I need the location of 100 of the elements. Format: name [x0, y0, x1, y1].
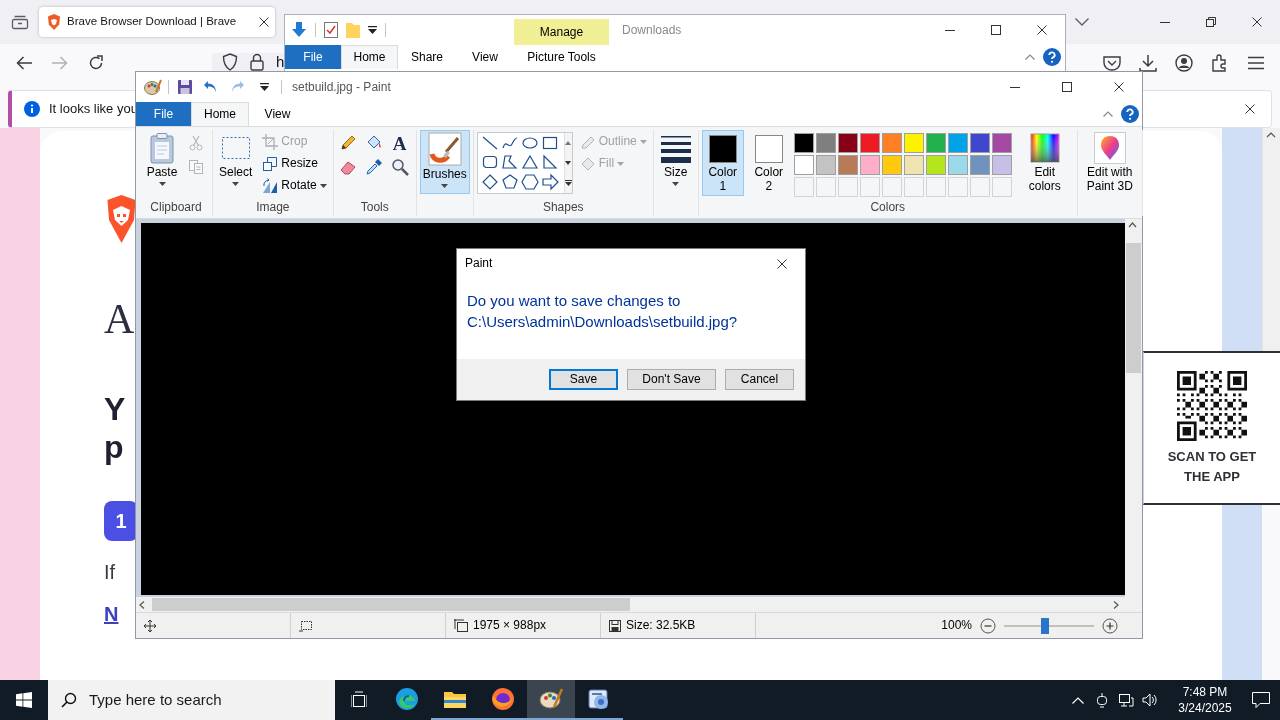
ribbon-tab[interactable]: File [285, 45, 341, 69]
maximize-icon [991, 25, 1001, 35]
paint-3d-button[interactable]: Edit with Paint 3D [1080, 130, 1139, 196]
custom-color-slot[interactable] [903, 177, 924, 197]
palette-swatch[interactable] [793, 155, 814, 175]
custom-color-slot[interactable] [925, 177, 946, 197]
group-label: Colors [869, 199, 907, 216]
rotate-button[interactable]: Rotate [259, 175, 330, 196]
custom-color-slot[interactable] [815, 177, 836, 197]
palette-swatch[interactable] [881, 133, 902, 153]
customize-icon [259, 83, 269, 91]
palette-swatch[interactable] [815, 155, 836, 175]
image-size-icon [454, 619, 468, 632]
palette-swatch[interactable] [969, 133, 990, 153]
search-box[interactable]: Type here to search [48, 680, 335, 720]
group-label: Image [255, 199, 291, 216]
palette-swatch[interactable] [947, 155, 968, 175]
oval-shape[interactable] [520, 134, 539, 152]
palette-swatch[interactable] [837, 155, 858, 175]
palette-swatch[interactable] [903, 155, 924, 175]
ribbon-tab[interactable]: File [136, 102, 191, 126]
palette-swatch[interactable] [815, 133, 836, 153]
custom-color-slot[interactable] [859, 177, 880, 197]
address-bar[interactable]: h [212, 53, 284, 71]
clock[interactable]: 7:48 PM 3/24/2025 [1168, 684, 1242, 716]
palette-swatch[interactable] [837, 133, 858, 153]
color-picker-icon [364, 158, 383, 176]
palette-swatch[interactable] [969, 155, 990, 175]
resize-button[interactable]: Resize [259, 153, 330, 174]
scrollbar[interactable] [1262, 128, 1280, 351]
notification-close-button[interactable] [1245, 104, 1255, 114]
more-shapes-button[interactable] [564, 173, 572, 193]
diamond-shape[interactable] [480, 172, 499, 191]
custom-color-slot[interactable] [969, 177, 990, 197]
zoom-slider[interactable] [1004, 615, 1094, 636]
hexagon-shape[interactable] [520, 172, 539, 191]
checklist-icon [324, 22, 338, 38]
arrow-shape[interactable] [540, 172, 559, 191]
browser-tab[interactable]: Brave Browser Download | Brave [39, 7, 275, 37]
palette-swatch[interactable] [947, 133, 968, 153]
tab-list-icon [1075, 18, 1089, 26]
palette-swatch[interactable] [991, 133, 1012, 153]
clock-time: 7:48 PM [1181, 684, 1229, 700]
shield-icon [47, 14, 61, 30]
custom-color-slot[interactable] [947, 177, 968, 197]
polygon-shape[interactable] [500, 153, 519, 172]
save-icon [177, 79, 193, 95]
tab-close-icon [259, 17, 269, 27]
dialog-button[interactable]: Cancel [725, 369, 794, 390]
ribbon-tab[interactable]: Home [341, 45, 398, 69]
text-button[interactable]: A [388, 132, 411, 154]
custom-color-slot[interactable] [881, 177, 902, 197]
line-shape[interactable] [480, 134, 499, 152]
color-1-button[interactable]: Color 1 [701, 130, 744, 196]
show-hidden-icons-icon [1072, 696, 1084, 704]
palette-swatch[interactable] [903, 133, 924, 153]
custom-color-slot[interactable] [793, 177, 814, 197]
ribbon-tab[interactable]: Share [398, 45, 456, 69]
reload-icon [88, 55, 104, 71]
rectangle-shape[interactable] [540, 134, 559, 152]
palette-swatch[interactable] [859, 155, 880, 175]
ribbon-tab[interactable]: View [249, 102, 306, 126]
vertical-scrollbar[interactable] [1125, 219, 1142, 597]
brushes-button[interactable]: Brushes [419, 130, 470, 194]
search-field[interactable]: Type here to search [87, 690, 327, 710]
custom-color-slot[interactable] [991, 177, 1012, 197]
customize-icon [368, 26, 377, 34]
downloads-icon [1139, 54, 1157, 72]
size-button[interactable]: Size [656, 130, 695, 194]
ribbon-tab[interactable]: Home [191, 102, 249, 126]
select-button[interactable]: Select [216, 130, 256, 194]
palette-swatch[interactable] [991, 155, 1012, 175]
paint-app-button[interactable] [527, 680, 575, 720]
dialog-button[interactable]: Save [549, 369, 618, 390]
palette-swatch[interactable] [925, 155, 946, 175]
menu-icon [1248, 56, 1264, 70]
paste-button[interactable]: Paste [143, 130, 181, 194]
group-label: Shapes [541, 199, 585, 216]
ribbon-tab[interactable]: Picture Tools [514, 45, 609, 69]
custom-color-slot[interactable] [837, 177, 858, 197]
zoom-in-button[interactable] [1102, 617, 1118, 634]
edit-colors-button[interactable]: Edit colors [1015, 130, 1074, 196]
scroll-up-button[interactable] [564, 133, 572, 153]
dialog-button[interactable]: Don't Save [627, 369, 716, 390]
horizontal-scrollbar[interactable] [136, 597, 1142, 612]
palette-swatch[interactable] [881, 155, 902, 175]
palette-swatch[interactable] [925, 133, 946, 153]
palette-swatch[interactable] [859, 133, 880, 153]
tab-close-button[interactable] [259, 17, 269, 27]
triangle-shape[interactable] [520, 153, 539, 172]
zoom-out-button[interactable] [980, 617, 996, 634]
help-icon[interactable] [1043, 48, 1061, 66]
help-icon[interactable] [1121, 105, 1139, 123]
color-2-button[interactable]: Color 2 [747, 130, 790, 196]
group-label: Clipboard [149, 199, 203, 216]
ribbon-tab[interactable]: View [456, 45, 514, 69]
help-link[interactable]: N [104, 602, 119, 626]
pentagon-shape[interactable] [500, 172, 519, 191]
palette-swatch[interactable] [793, 133, 814, 153]
right-triangle-shape[interactable] [540, 153, 559, 172]
